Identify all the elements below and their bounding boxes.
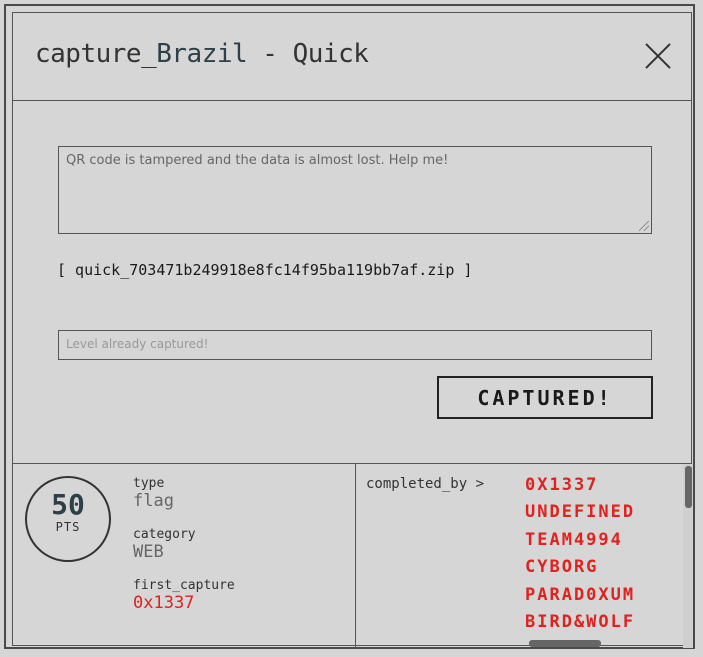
- type-value: flag: [133, 491, 174, 511]
- footer-divider: [355, 464, 356, 647]
- description-text: QR code is tampered and the data is almo…: [66, 153, 449, 168]
- category-label: category: [133, 527, 196, 542]
- resize-handle-icon[interactable]: [639, 221, 649, 231]
- captured-button[interactable]: CAPTURED!: [437, 376, 653, 419]
- points-badge: 50 PTS: [25, 476, 111, 562]
- points-unit: PTS: [55, 520, 81, 534]
- challenge-meta: type flag category WEB first_capture 0x1…: [133, 476, 235, 629]
- type-label: type: [133, 476, 165, 491]
- modal-title: capture_Brazil - Quick: [35, 39, 369, 69]
- list-item: UNDEFINED: [525, 502, 636, 523]
- list-item: 0X1337: [525, 475, 599, 495]
- completed-by-label: completed_by >: [366, 476, 485, 492]
- first-capture-value: 0x1337: [133, 593, 195, 613]
- category-value: WEB: [133, 542, 164, 562]
- modal-window: capture_Brazil - Quick QR code is tamper…: [12, 12, 693, 648]
- download-file-link[interactable]: [ quick_703471b249918e8fc14f95ba119bb7af…: [57, 261, 472, 279]
- modal-frame: capture_Brazil - Quick QR code is tamper…: [4, 4, 695, 649]
- horizontal-scrollbar-thumb[interactable]: [529, 640, 601, 647]
- vertical-scrollbar-thumb[interactable]: [685, 466, 692, 508]
- points-value: 50: [51, 488, 85, 521]
- first-capture-label: first_capture: [133, 578, 235, 593]
- list-item: PARAD0XUM: [525, 584, 636, 605]
- close-icon[interactable]: [645, 43, 671, 69]
- stats-footer: 50 PTS type flag category WEB first_capt…: [13, 463, 693, 648]
- completed-by-list: 0X1337 UNDEFINED TEAM4994 CYBORG PARAD0X…: [525, 472, 635, 636]
- title-suffix: - Quick: [247, 39, 369, 69]
- list-item: TEAM4994: [525, 529, 623, 550]
- flag-input[interactable]: Level already captured!: [58, 330, 652, 360]
- modal-header: capture_Brazil - Quick: [13, 13, 691, 101]
- description-textarea[interactable]: QR code is tampered and the data is almo…: [58, 146, 652, 234]
- title-highlight: Brazil: [156, 39, 248, 69]
- list-item: CYBORG: [525, 557, 599, 578]
- title-prefix: capture_: [35, 39, 157, 69]
- list-item: BIRD&WOLF: [525, 612, 636, 633]
